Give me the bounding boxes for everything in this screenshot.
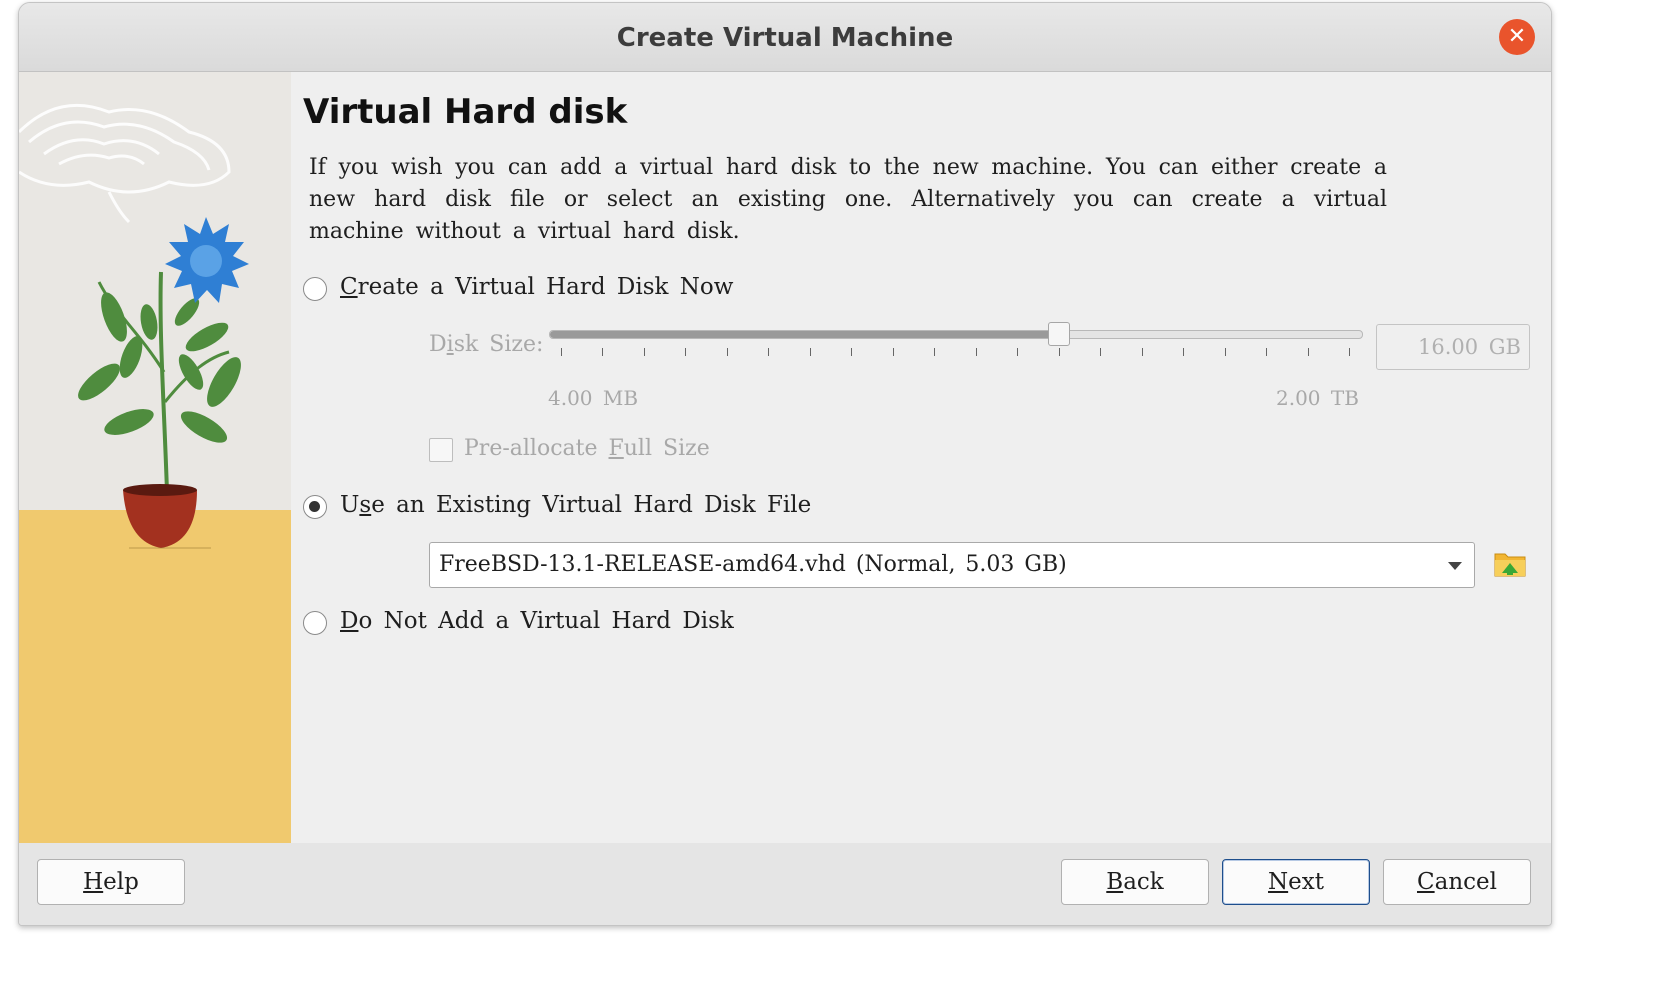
slider-ticks [561, 348, 1350, 358]
existing-disk-value: FreeBSD-13.1-RELEASE-amd64.vhd (Normal, … [439, 552, 1067, 577]
slider-tick [643, 348, 645, 356]
create-disk-now-radio[interactable] [303, 277, 327, 301]
disk-size-field[interactable]: 16.00 GB [1376, 324, 1530, 370]
window-title: Create Virtual Machine [616, 23, 954, 53]
wizard-page: Virtual Hard disk If you wish you can ad… [291, 72, 1551, 843]
page-title: Virtual Hard disk [303, 92, 628, 132]
disk-size-min-label: 4.00 MB [548, 386, 639, 410]
no-disk-radio[interactable] [303, 611, 327, 635]
slider-tick [809, 348, 811, 356]
page-description: If you wish you can add a virtual hard d… [309, 155, 1387, 244]
slider-tick [1349, 348, 1350, 356]
disk-size-slider[interactable] [549, 322, 1363, 346]
chevron-down-icon[interactable] [1448, 562, 1462, 570]
button-bar: Help Back Next Cancel [19, 843, 1551, 925]
preallocate-checkbox[interactable] [429, 438, 453, 462]
next-button[interactable]: Next [1222, 859, 1370, 905]
create-vm-dialog: Create Virtual Machine ✕ Virtual Hard di… [18, 2, 1552, 926]
slider-tick [1307, 348, 1309, 356]
preallocate-label[interactable]: Pre-allocate Full Size [464, 436, 710, 461]
use-existing-disk-radio[interactable] [303, 495, 327, 519]
slider-tick [602, 348, 604, 356]
slider-handle[interactable] [1048, 322, 1071, 346]
use-existing-disk-label[interactable]: Use an Existing Virtual Hard Disk File [340, 492, 811, 518]
slider-tick [1224, 348, 1226, 356]
cancel-button[interactable]: Cancel [1383, 859, 1531, 905]
slider-tick [1266, 348, 1268, 356]
slider-tick [1183, 348, 1185, 356]
create-disk-now-label[interactable]: Create a Virtual Hard Disk Now [340, 274, 733, 300]
slider-tick [1058, 348, 1060, 356]
slider-tick [726, 348, 728, 356]
wizard-illustration [19, 72, 291, 843]
slider-tick [934, 348, 936, 356]
folder-add-icon[interactable] [1493, 546, 1527, 580]
slider-tick [768, 348, 770, 356]
disk-size-label: Disk Size: [429, 332, 544, 357]
slider-tick [1141, 348, 1143, 356]
disk-size-max-label: 2.00 TB [1276, 386, 1359, 410]
slider-tick [1100, 348, 1102, 356]
slider-tick [892, 348, 894, 356]
slider-tick [561, 348, 562, 356]
title-bar: Create Virtual Machine ✕ [19, 3, 1551, 72]
slider-tick [851, 348, 853, 356]
slider-tick [1017, 348, 1019, 356]
no-disk-label[interactable]: Do Not Add a Virtual Hard Disk [340, 608, 734, 634]
slider-tick [975, 348, 977, 356]
close-icon[interactable]: ✕ [1499, 19, 1535, 55]
back-button[interactable]: Back [1061, 859, 1209, 905]
help-button[interactable]: Help [37, 859, 185, 905]
slider-fill [550, 331, 1059, 338]
existing-disk-select[interactable]: FreeBSD-13.1-RELEASE-amd64.vhd (Normal, … [429, 542, 1475, 588]
slider-tick [685, 348, 687, 356]
